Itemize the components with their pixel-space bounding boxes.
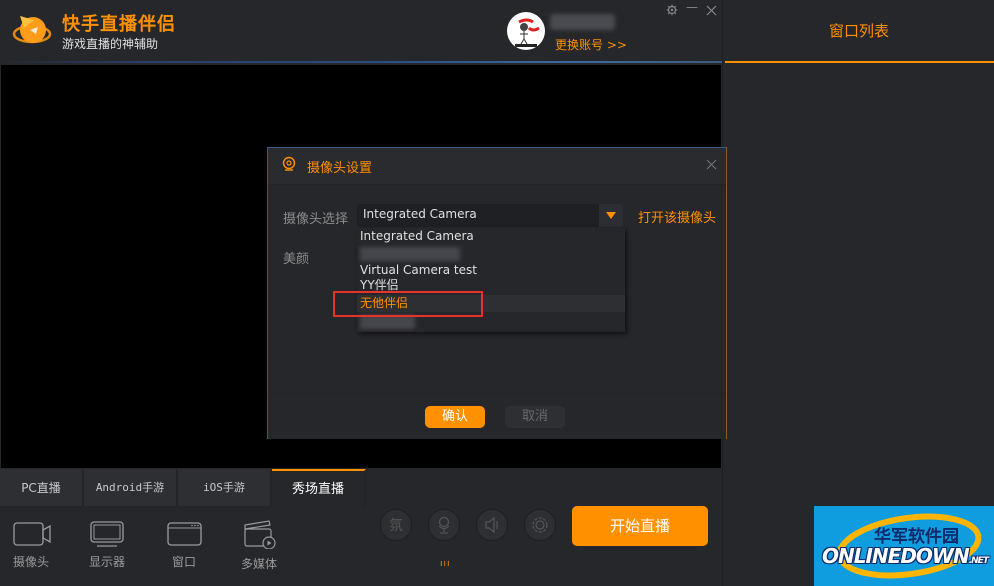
monitor-icon [90, 521, 124, 547]
source-label: 摄像头 [12, 555, 49, 569]
watermark-en-text: ONLINEDOWN.NET [822, 544, 989, 568]
source-media[interactable]: 多媒体 [234, 519, 284, 572]
source-monitor[interactable]: 显示器 [82, 521, 132, 570]
settings-button[interactable] [524, 509, 556, 541]
speaker-icon [485, 516, 498, 534]
header: 快手直播伴侣 游戏直播的神辅助 更换账号 >> — [0, 0, 722, 63]
beauty-label: 美颜 [283, 252, 310, 267]
source-label: 显示器 [88, 555, 125, 569]
source-window[interactable]: 窗口 [159, 521, 209, 570]
minimize-button[interactable]: — [686, 0, 698, 14]
watermark-logo: 华军软件园 ONLINEDOWN.NET [814, 506, 994, 586]
tab-window-list[interactable]: 窗口列表 [723, 0, 994, 63]
chevron-down-icon[interactable] [599, 204, 623, 227]
camera-icon [13, 522, 51, 546]
camera-select-value: Integrated Camera [363, 207, 477, 221]
mic-level-indicator: ııı [440, 559, 451, 569]
confirm-button[interactable]: 确认 [425, 406, 485, 428]
tab-android-game[interactable]: Android手游 [84, 469, 178, 507]
live-mode-tabs: PC直播 Android手游 iOS手游 秀场直播 [0, 469, 366, 507]
app-window: 快手直播伴侣 游戏直播的神辅助 更换账号 >> — 窗口列表 PC直播 Andr… [0, 0, 994, 586]
source-list: 摄像头 显示器 窗口 多媒体 [0, 515, 366, 585]
camera-select[interactable]: Integrated Camera [357, 204, 623, 227]
username-blurred [550, 14, 615, 30]
app-logo-icon [12, 16, 52, 44]
cancel-button[interactable]: 取消 [505, 406, 565, 428]
dialog-footer: 确认 取消 [268, 393, 726, 439]
microphone-icon [438, 516, 450, 534]
right-panel: 窗口列表 [722, 0, 994, 586]
dialog-header: 摄像头设置 [268, 148, 726, 185]
dropdown-option[interactable]: Integrated Camera [357, 228, 625, 245]
media-icon [244, 520, 276, 549]
avatar[interactable] [507, 12, 545, 50]
watermark-brand: ONLINEDOWN [822, 544, 970, 568]
atmosphere-button[interactable]: 氛 [380, 509, 412, 541]
speaker-button[interactable] [476, 509, 508, 541]
tab-ios-game[interactable]: iOS手游 [178, 469, 272, 507]
switch-account-link[interactable]: 更换账号 >> [555, 36, 627, 53]
window-icon [167, 522, 202, 546]
watermark-net: .NET [968, 556, 989, 566]
source-camera[interactable]: 摄像头 [6, 521, 56, 570]
open-camera-link[interactable]: 打开该摄像头 [638, 207, 716, 226]
gear-icon [532, 517, 548, 533]
dialog-title: 摄像头设置 [307, 161, 373, 176]
atmosphere-icon: 氛 [389, 518, 403, 534]
blurred-text [360, 247, 460, 261]
tab-show-live[interactable]: 秀场直播 [272, 469, 366, 507]
annotation-highlight-box [333, 291, 483, 317]
app-title: 快手直播伴侣 [62, 14, 176, 35]
start-live-button[interactable]: 开始直播 [572, 506, 708, 546]
camera-select-label: 摄像头选择 [283, 212, 349, 227]
dropdown-option-blurred[interactable] [357, 245, 625, 262]
avatar-image-icon [515, 18, 540, 47]
gear-icon[interactable] [666, 4, 678, 16]
tab-active-indicator [725, 61, 994, 63]
close-icon[interactable] [706, 159, 717, 170]
close-window-icon[interactable] [706, 5, 717, 16]
app-subtitle: 游戏直播的神辅助 [62, 37, 159, 51]
microphone-button[interactable] [428, 509, 460, 541]
webcam-icon [282, 156, 296, 171]
blurred-text [360, 315, 415, 329]
tab-pc-live[interactable]: PC直播 [0, 469, 84, 507]
header-divider [0, 61, 722, 63]
source-label: 窗口 [171, 555, 196, 569]
source-label: 多媒体 [240, 557, 277, 571]
